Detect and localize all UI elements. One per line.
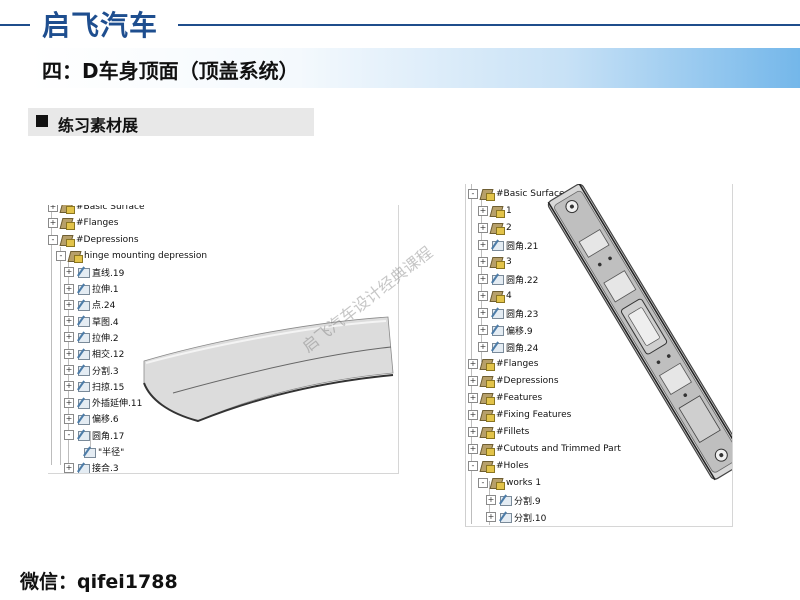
section-title: 四：D车身顶面（顶盖系统） xyxy=(42,59,299,83)
roof-rail-model xyxy=(547,184,732,481)
subsection-title: 练习素材展 xyxy=(58,116,139,135)
wechat-contact: 微信：qifei1788 xyxy=(20,571,178,593)
roof-panel-model xyxy=(143,316,394,423)
brand-title: 启飞汽车 xyxy=(42,9,159,42)
header-rule-right xyxy=(178,24,800,26)
left-spec-tree-panel: + #Basic Surface + #Flanges - #Depressions - hi… xyxy=(48,205,399,474)
header-rule-left xyxy=(0,24,30,26)
right-spec-tree-panel: - #Basic Surface +1 +2 + 圆角.21 +3 + 圆角.22 +4 + 圆角.2… xyxy=(465,184,733,527)
bullet-square-icon xyxy=(36,115,48,127)
